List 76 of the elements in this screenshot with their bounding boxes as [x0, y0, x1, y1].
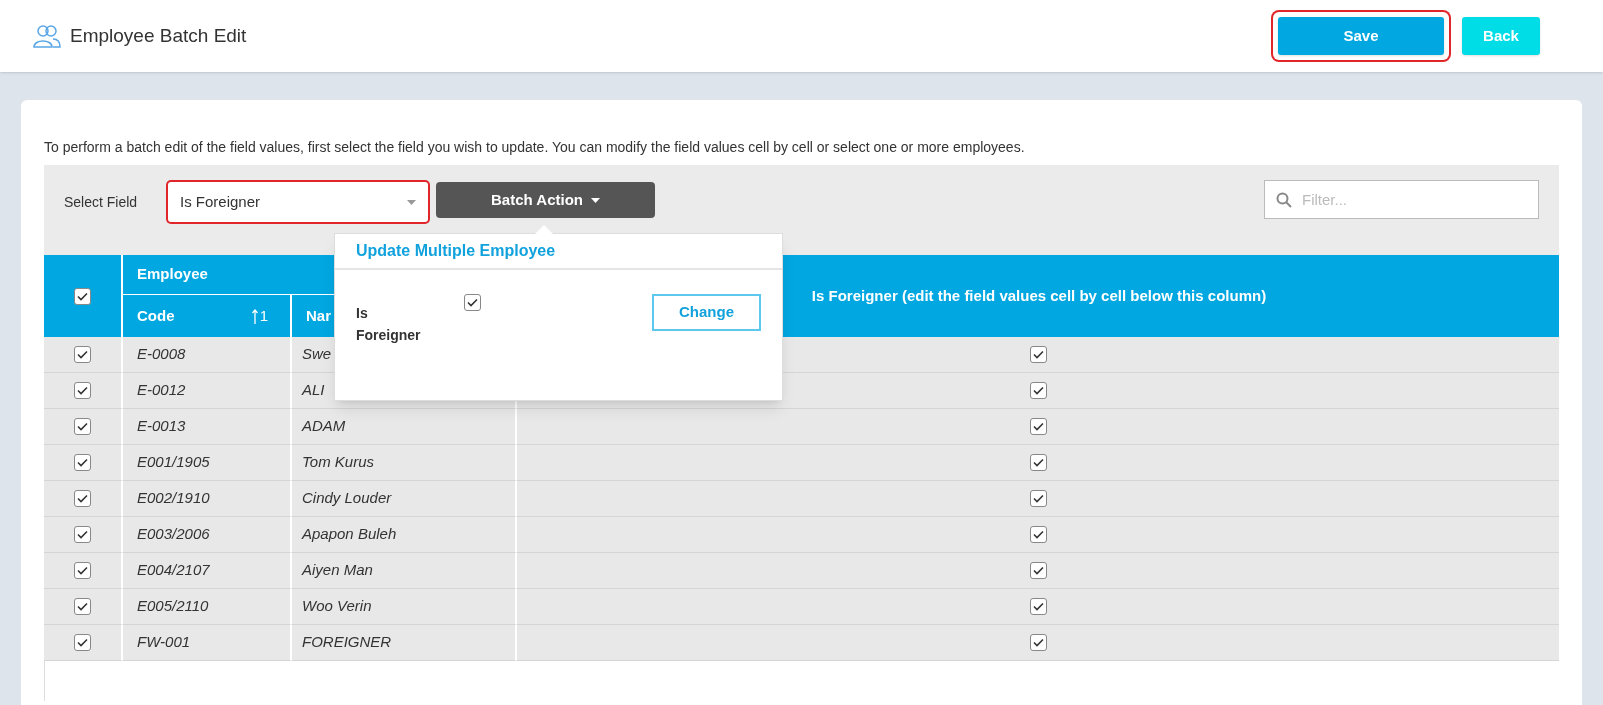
check-icon — [77, 638, 88, 647]
code-cell-text: FW-001 — [137, 632, 191, 653]
check-icon — [1032, 386, 1044, 395]
popup-title: Update Multiple Employee — [335, 234, 782, 270]
check-icon — [77, 422, 88, 431]
row-checkbox[interactable] — [74, 454, 91, 471]
check-icon — [1032, 638, 1044, 647]
value-checkbox[interactable] — [1029, 634, 1047, 651]
code-cell-text: E004/2107 — [137, 560, 210, 581]
batch-action-button[interactable]: Batch Action — [436, 182, 655, 218]
check-icon — [1032, 458, 1044, 467]
check-icon — [1032, 422, 1044, 431]
value-checkbox[interactable] — [1029, 346, 1047, 363]
row-checkbox[interactable] — [74, 562, 91, 579]
value-checkbox[interactable] — [1029, 562, 1047, 579]
check-icon — [77, 530, 88, 539]
check-icon — [77, 566, 88, 575]
check-icon — [77, 458, 88, 467]
value-checkbox[interactable] — [1029, 454, 1047, 471]
value-checkbox[interactable] — [1029, 598, 1047, 615]
value-checkbox[interactable] — [1029, 418, 1047, 435]
row-checkbox[interactable] — [74, 490, 91, 507]
name-cell-text: ALI — [302, 380, 325, 401]
code-cell-text: E005/2110 — [137, 596, 209, 617]
code-cell-text: E-0013 — [137, 416, 186, 437]
row-checkbox[interactable] — [74, 418, 91, 435]
sort-rank: 1 — [259, 305, 268, 326]
code-cell-text: E002/1910 — [137, 488, 210, 509]
name-cell-text: Cindy Louder — [302, 488, 392, 509]
check-icon — [77, 350, 88, 359]
name-cell-text: Woo Verin — [302, 596, 372, 617]
save-button[interactable]: Save — [1278, 17, 1444, 55]
check-icon — [467, 298, 478, 307]
row-checkbox[interactable] — [74, 346, 91, 363]
name-cell-text: Apapon Buleh — [302, 524, 397, 545]
select-all-checkbox[interactable] — [74, 287, 91, 305]
column-header[interactable]: Code 1 — [123, 295, 292, 337]
search-icon — [1276, 192, 1292, 208]
caret-icon — [590, 197, 600, 203]
check-icon — [1032, 602, 1044, 611]
name-cell-text: FOREIGNER — [302, 632, 392, 653]
name-cell-text: Swe — [302, 344, 332, 365]
code-cell-text: E001/1905 — [137, 452, 210, 473]
check-icon — [1032, 530, 1044, 539]
check-icon — [1032, 350, 1044, 359]
row-checkbox[interactable] — [74, 598, 91, 615]
check-icon — [77, 291, 88, 301]
check-icon — [77, 602, 88, 611]
sort-arrow-icon — [251, 308, 258, 324]
code-cell-text: E003/2006 — [137, 524, 210, 545]
intro-text: To perform a batch edit of the field values, first select the field you wish to update. You can modify the field values cell by cell or select one or more employees. — [44, 138, 1026, 157]
row-checkbox[interactable] — [74, 634, 91, 651]
code-cell-text: E-0008 — [137, 344, 186, 365]
popup-field-label: Is Foreigner — [356, 304, 422, 345]
check-icon — [1032, 566, 1044, 575]
check-icon — [77, 494, 88, 503]
check-icon — [77, 386, 88, 395]
value-checkbox[interactable] — [1029, 526, 1047, 543]
name-cell-text: Aiyen Man — [302, 560, 373, 581]
row-checkbox[interactable] — [74, 382, 91, 399]
change-button[interactable]: Change — [652, 294, 761, 331]
back-button[interactable]: Back — [1462, 17, 1540, 55]
filter-field[interactable]: Filter... — [1264, 180, 1539, 219]
code-cell-text: E-0012 — [137, 380, 186, 401]
field-select[interactable]: Is Foreigner — [168, 182, 428, 222]
check-icon — [1032, 494, 1044, 503]
caret-icon — [407, 199, 416, 205]
value-checkbox[interactable] — [1029, 382, 1047, 399]
popup-checkbox[interactable] — [464, 294, 481, 311]
name-cell-text: ADAM — [302, 416, 346, 437]
name-cell-text: Tom Kurus — [302, 452, 374, 473]
value-checkbox[interactable] — [1029, 490, 1047, 507]
people-icon — [32, 23, 62, 49]
row-checkbox[interactable] — [74, 526, 91, 543]
select-field-label: Select Field — [64, 193, 139, 212]
page-title: Employee Batch Edit — [70, 23, 247, 48]
